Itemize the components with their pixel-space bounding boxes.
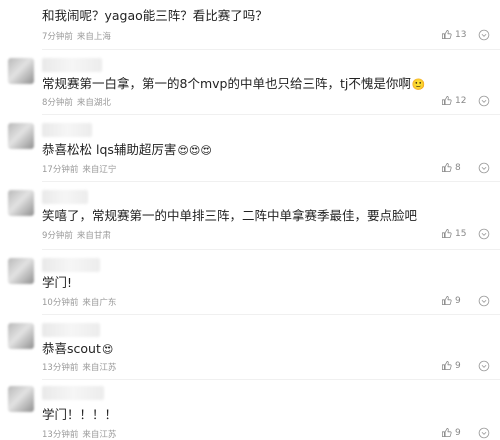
comment-time: 17分钟前 (42, 165, 79, 175)
like-button[interactable]: 9 (441, 427, 461, 438)
comment-location: 来自广东 (82, 298, 117, 308)
divider (42, 249, 500, 250)
comment-meta: 17分钟前 来自辽宁 (42, 163, 116, 175)
like-button[interactable]: 15 (441, 228, 466, 239)
like-button[interactable]: 13 (441, 29, 466, 40)
comment-text: 笑嘻了，常规赛第一的中单排三阵，二阵中单拿赛季最佳，要点脸吧 (42, 208, 418, 223)
comment-meta: 7分钟前 来自上海 (42, 30, 111, 42)
comment-location: 来自甘肃 (76, 231, 111, 241)
comment-text: 和我闹呢？yagao能三阵？看比赛了吗？ (42, 8, 268, 23)
username-blurred[interactable] (42, 258, 100, 272)
like-button[interactable]: 12 (441, 95, 466, 106)
comment-meta: 8分钟前 来自湖北 (42, 96, 111, 108)
comment-text-content: 恭喜松松 lqs辅助超厉害 (42, 142, 177, 157)
emoji: 😍 (101, 343, 114, 356)
comment-location: 来自湖北 (76, 98, 111, 108)
thumbs-up-icon (441, 29, 452, 40)
comment-time: 13分钟前 (42, 430, 79, 440)
username-blurred[interactable] (42, 190, 88, 204)
like-count: 8 (455, 162, 461, 173)
comment-time: 13分钟前 (42, 363, 79, 373)
thumbs-up-icon (441, 162, 452, 173)
comment-location: 来自上海 (76, 32, 111, 42)
more-circle-icon[interactable] (478, 427, 490, 439)
comment-time: 8分钟前 (42, 98, 73, 108)
avatar[interactable] (8, 123, 34, 149)
username-blurred[interactable] (42, 58, 102, 72)
username-blurred[interactable] (42, 323, 100, 337)
more-circle-icon[interactable] (478, 162, 490, 174)
emoji: 😍😍😍 (177, 144, 212, 157)
avatar[interactable] (8, 323, 34, 349)
comment-text: 学门！！！！ (42, 407, 118, 422)
comment-meta: 13分钟前 来自江苏 (42, 428, 116, 440)
like-count: 9 (455, 295, 461, 306)
comment-time: 7分钟前 (42, 32, 73, 42)
username-blurred[interactable] (42, 123, 92, 137)
comment-location: 来自江苏 (82, 430, 117, 440)
divider (42, 114, 500, 115)
more-circle-icon[interactable] (478, 29, 490, 41)
more-circle-icon[interactable] (478, 360, 490, 372)
more-circle-icon[interactable] (478, 228, 490, 240)
like-button[interactable]: 9 (441, 295, 461, 306)
comment-text: 常规赛第一白拿，第一的8个mvp的中单也只给三阵，tj不愧是你啊🙂 (42, 76, 426, 93)
like-button[interactable]: 9 (441, 360, 461, 371)
thumbs-up-icon (441, 360, 452, 371)
comment-meta: 9分钟前 来自甘肃 (42, 229, 111, 241)
comment-location: 来自辽宁 (82, 165, 117, 175)
more-circle-icon[interactable] (478, 95, 490, 107)
divider (42, 49, 500, 50)
username-blurred[interactable] (42, 386, 104, 400)
like-button[interactable]: 8 (441, 162, 461, 173)
divider (42, 314, 500, 315)
like-count: 9 (455, 360, 461, 371)
comment-text: 恭喜scout😍 (42, 341, 113, 358)
like-count: 9 (455, 427, 461, 438)
comment-meta: 10分钟前 来自广东 (42, 296, 116, 308)
thumbs-up-icon (441, 95, 452, 106)
comment-text-content: 恭喜scout (42, 341, 101, 356)
avatar[interactable] (8, 386, 34, 412)
divider (42, 181, 500, 182)
avatar[interactable] (8, 258, 34, 284)
comment-time: 9分钟前 (42, 231, 73, 241)
comment-meta: 13分钟前 来自江苏 (42, 361, 116, 373)
comment-text: 恭喜松松 lqs辅助超厉害😍😍😍 (42, 142, 212, 159)
thumbs-up-icon (441, 295, 452, 306)
avatar[interactable] (8, 190, 34, 216)
comment-text: 学门! (42, 275, 73, 290)
more-circle-icon[interactable] (478, 295, 490, 307)
emoji: 🙂 (411, 78, 426, 91)
like-count: 12 (455, 95, 467, 106)
comment-time: 10分钟前 (42, 298, 79, 308)
comment-location: 来自江苏 (82, 363, 117, 373)
like-count: 13 (455, 29, 467, 40)
like-count: 15 (455, 228, 467, 239)
thumbs-up-icon (441, 228, 452, 239)
avatar[interactable] (8, 58, 34, 84)
comment-text-content: 常规赛第一白拿，第一的8个mvp的中单也只给三阵，tj不愧是你啊 (42, 76, 411, 91)
thumbs-up-icon (441, 427, 452, 438)
divider (42, 379, 500, 380)
